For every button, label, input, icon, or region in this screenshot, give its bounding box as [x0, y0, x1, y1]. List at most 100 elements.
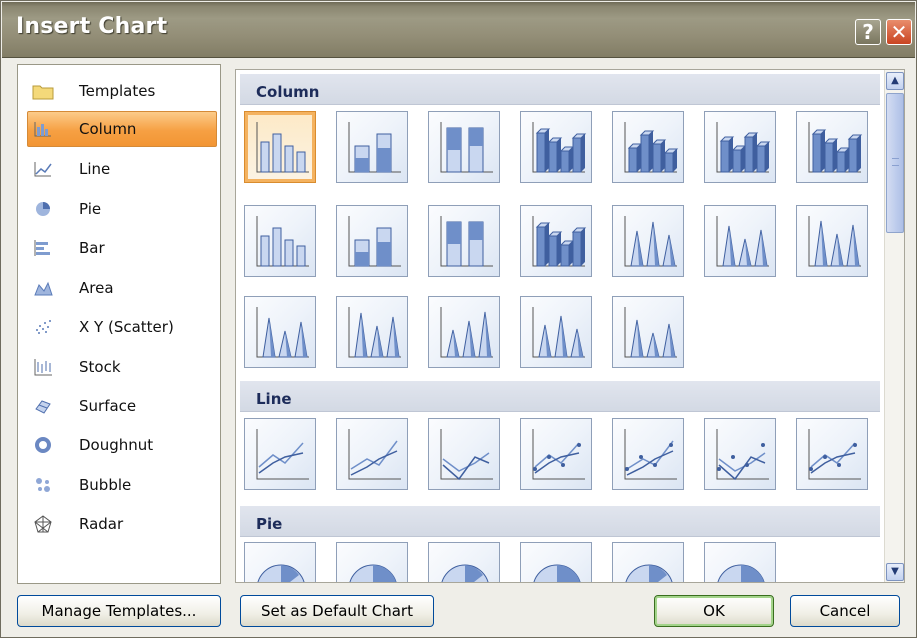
sidebar-item-scatter[interactable]: X Y (Scatter)	[27, 309, 217, 345]
pie-subtype-thumbnail[interactable]	[244, 542, 316, 582]
line-subtype-thumbnail[interactable]	[704, 418, 776, 490]
chart-subtype-icon	[716, 122, 771, 173]
column-subtype-thumbnail[interactable]	[796, 205, 868, 277]
sidebar-item-stock[interactable]: Stock	[27, 349, 217, 385]
sidebar-item-templates[interactable]: Templates	[27, 73, 217, 109]
chart-subtype-icon	[624, 307, 677, 358]
sidebar-item-label: Radar	[79, 515, 124, 533]
column-subtype-thumbnail[interactable]	[612, 205, 684, 277]
chart-subtype-icon	[256, 216, 309, 267]
scatter-chart-icon	[32, 317, 54, 337]
line-subtype-thumbnail[interactable]	[336, 418, 408, 490]
pie-subtype-thumbnail[interactable]	[704, 542, 776, 582]
dialog-title: Insert Chart	[16, 14, 168, 39]
line-subtype-thumbnail[interactable]	[520, 418, 592, 490]
close-button[interactable]: ✕	[886, 19, 912, 45]
pie-chart-icon	[32, 199, 54, 219]
scroll-thumb[interactable]	[886, 93, 904, 233]
column-subtype-thumbnail[interactable]	[244, 205, 316, 277]
sidebar-item-label: Bubble	[79, 476, 132, 494]
area-chart-icon	[32, 278, 54, 298]
section-header-line: Line	[240, 381, 880, 412]
column-subtype-thumbnail[interactable]	[612, 111, 684, 183]
chart-subtype-icon	[440, 122, 493, 173]
sidebar-item-label: Pie	[79, 200, 102, 218]
sidebar-item-bar[interactable]: Bar	[27, 230, 217, 266]
column-subtype-thumbnail[interactable]	[336, 296, 408, 368]
column-subtype-thumbnail[interactable]	[336, 111, 408, 183]
sidebar-item-label: Doughnut	[79, 436, 154, 454]
column-subtype-thumbnail[interactable]	[428, 205, 500, 277]
line-subtype-thumbnail[interactable]	[428, 418, 500, 490]
title-bar[interactable]: Insert Chart ? ✕	[2, 2, 915, 58]
sidebar-item-label: Stock	[79, 358, 121, 376]
manage-templates-button[interactable]: Manage Templates...	[17, 595, 221, 627]
chart-type-list: Templates Column Line Pie Bar Area X Y (…	[17, 64, 221, 584]
scroll-down-arrow-icon[interactable]: ▼	[886, 563, 904, 581]
column-subtype-thumbnail[interactable]	[520, 111, 592, 183]
column-subtype-thumbnail[interactable]	[520, 296, 592, 368]
chart-subtype-icon	[624, 429, 677, 480]
chart-subtype-icon	[716, 429, 769, 481]
line-subtype-thumbnail[interactable]	[244, 418, 316, 490]
insert-chart-dialog: Insert Chart ? ✕ Templates Column Line P…	[0, 0, 917, 638]
column-subtype-thumbnail[interactable]	[796, 111, 868, 183]
chart-subtype-icon	[257, 564, 305, 582]
chart-subtype-icon	[256, 122, 309, 173]
chart-subtype-icon	[349, 564, 397, 582]
chart-subtype-icon	[532, 122, 587, 173]
column-subtype-thumbnail[interactable]	[244, 296, 316, 368]
sidebar-item-label: Templates	[79, 82, 156, 100]
sidebar-item-bubble[interactable]: Bubble	[27, 467, 217, 503]
sidebar-item-area[interactable]: Area	[27, 270, 217, 306]
chart-subtype-icon	[808, 122, 863, 173]
set-default-chart-button[interactable]: Set as Default Chart	[240, 595, 434, 627]
column-subtype-thumbnail[interactable]	[704, 205, 776, 277]
column-subtype-thumbnail[interactable]	[704, 111, 776, 183]
chart-subtype-icon	[348, 307, 401, 358]
chart-subtype-icon	[624, 122, 679, 173]
radar-chart-icon	[32, 514, 54, 534]
sidebar-item-pie[interactable]: Pie	[27, 191, 217, 227]
line-subtype-thumbnail[interactable]	[612, 418, 684, 490]
doughnut-chart-icon	[32, 435, 54, 455]
chart-subtype-icon	[808, 429, 861, 480]
sidebar-item-radar[interactable]: Radar	[27, 506, 217, 542]
chart-subtype-icon	[348, 429, 401, 480]
pie-subtype-thumbnail[interactable]	[520, 542, 592, 582]
sidebar-item-doughnut[interactable]: Doughnut	[27, 427, 217, 463]
chart-gallery: Column Line Pie ▲ ▼	[235, 69, 905, 583]
bar-chart-icon	[32, 238, 54, 258]
sidebar-item-label: Area	[79, 279, 114, 297]
vertical-scrollbar[interactable]: ▲ ▼	[884, 70, 904, 582]
column-subtype-thumbnail[interactable]	[428, 296, 500, 368]
column-subtype-thumbnail[interactable]	[244, 111, 316, 183]
chart-subtype-icon	[532, 307, 585, 358]
pie-subtype-thumbnail[interactable]	[428, 542, 500, 582]
column-subtype-thumbnail[interactable]	[336, 205, 408, 277]
chart-subtype-icon	[441, 564, 489, 582]
column-chart-icon	[32, 119, 54, 139]
sidebar-item-column[interactable]: Column	[27, 111, 217, 147]
chart-subtype-icon	[348, 122, 401, 173]
chart-subtype-icon	[716, 216, 769, 267]
chart-subtype-icon	[256, 307, 309, 358]
scroll-up-arrow-icon[interactable]: ▲	[886, 72, 904, 90]
column-subtype-thumbnail[interactable]	[520, 205, 592, 277]
chart-subtype-icon	[348, 216, 401, 267]
line-subtype-thumbnail[interactable]	[796, 418, 868, 490]
column-subtype-thumbnail[interactable]	[612, 296, 684, 368]
chart-subtype-icon	[533, 564, 581, 582]
column-subtype-thumbnail[interactable]	[428, 111, 500, 183]
ok-button[interactable]: OK	[654, 595, 774, 627]
section-header-pie: Pie	[240, 506, 880, 537]
sidebar-item-line[interactable]: Line	[27, 151, 217, 187]
grip-icon	[892, 158, 899, 166]
help-button[interactable]: ?	[855, 19, 881, 45]
pie-subtype-thumbnail[interactable]	[612, 542, 684, 582]
sidebar-item-surface[interactable]: Surface	[27, 388, 217, 424]
cancel-button[interactable]: Cancel	[790, 595, 900, 627]
chart-subtype-icon	[440, 307, 493, 358]
chart-subtype-icon	[808, 216, 861, 267]
pie-subtype-thumbnail[interactable]	[336, 542, 408, 582]
